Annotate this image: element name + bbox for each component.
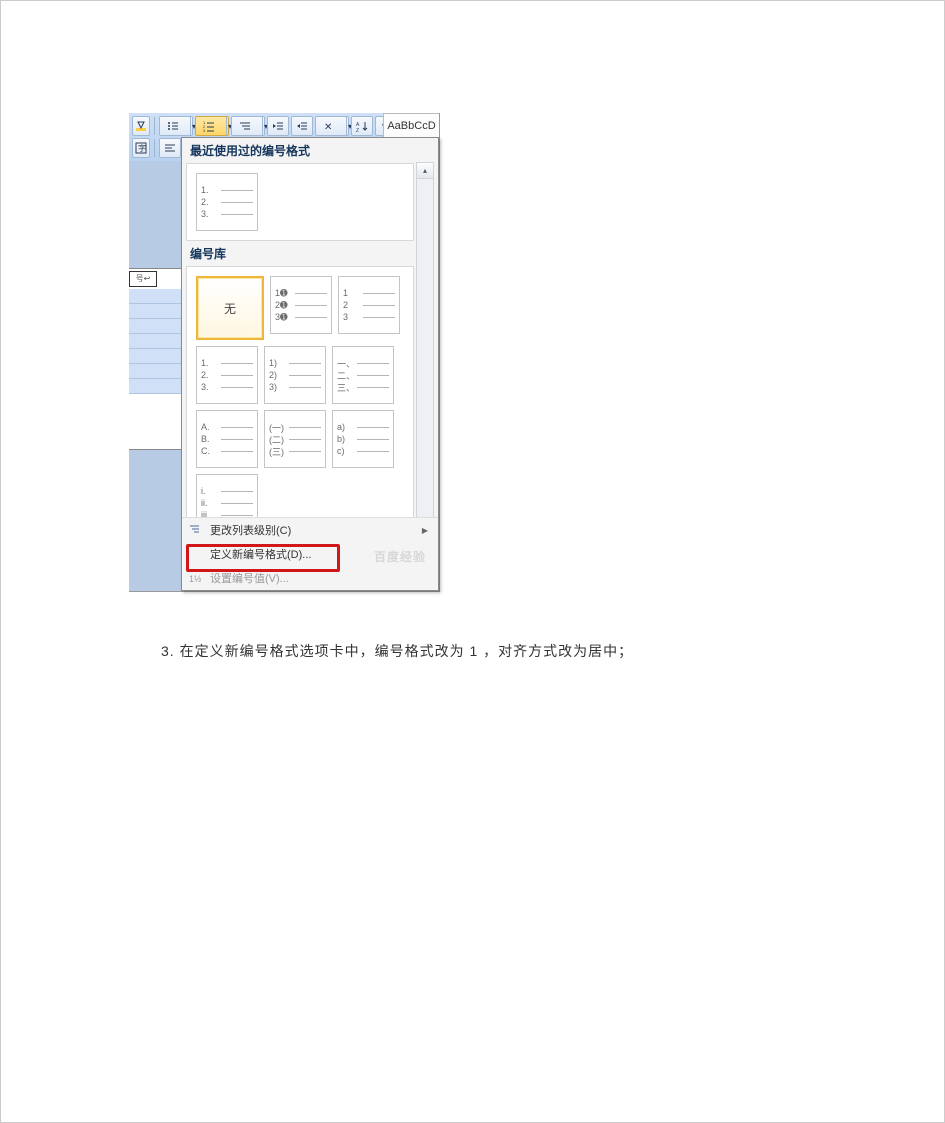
- thumb-label: c): [337, 446, 355, 456]
- embedded-screenshot: ▾ 123 ▾ ▾ ✕ ▾: [129, 113, 440, 592]
- increase-indent-button[interactable]: [291, 116, 313, 136]
- sort-button[interactable]: AZ: [351, 116, 373, 136]
- numbering-button[interactable]: 123 ▾: [195, 116, 229, 136]
- numbering-thumb[interactable]: (一) (二) (三): [264, 410, 326, 468]
- numbering-thumb[interactable]: A. B. C.: [196, 410, 258, 468]
- svg-text:✕: ✕: [324, 122, 332, 132]
- thumb-label: B.: [201, 434, 219, 444]
- set-numbering-value-item[interactable]: 1½ 设置编号值(V)...: [182, 566, 438, 590]
- ribbon-separator: [154, 139, 155, 157]
- menu-label: 设置编号值(V)...: [210, 570, 289, 586]
- thumb-label: 2➊: [275, 300, 293, 311]
- numbering-library-area: 无 1➊ 2➊ 3➊ 1 2 3: [186, 266, 414, 548]
- numbering-dropdown-panel: ▴ ▾ 最近使用过的编号格式 1. 2. 3. 编号库 无: [181, 137, 439, 591]
- svg-text:Z: Z: [356, 128, 359, 132]
- set-value-icon: 1½: [188, 571, 202, 585]
- submenu-arrow-icon: ▶: [422, 526, 428, 535]
- thumb-label: 三、: [337, 381, 355, 394]
- ribbon-row-1: ▾ 123 ▾ ▾ ✕ ▾: [129, 113, 398, 137]
- align-left-button[interactable]: [159, 138, 181, 158]
- panel-scrollbar[interactable]: ▴ ▾: [416, 162, 434, 554]
- thumb-label: 1.: [201, 185, 219, 195]
- menu-label: 定义新编号格式(D)...: [210, 546, 311, 562]
- table-rows-fragment: [129, 289, 181, 394]
- menu-label: 更改列表级别(C): [210, 522, 291, 538]
- asian-layout-button[interactable]: ✕ ▾: [315, 116, 349, 136]
- scroll-up-arrow-icon[interactable]: ▴: [417, 163, 433, 179]
- thumb-label: 1➊: [275, 288, 293, 299]
- instruction-caption: 3. 在定义新编号格式选项卡中，编号格式改为 1 ，对齐方式改为居中；: [161, 641, 824, 661]
- numbering-thumb-recent[interactable]: 1. 2. 3.: [196, 173, 258, 231]
- list-level-icon: [188, 523, 202, 537]
- multilevel-list-button[interactable]: ▾: [231, 116, 265, 136]
- document-page: ▾ 123 ▾ ▾ ✕ ▾: [0, 0, 945, 1123]
- thumb-label: 2.: [201, 197, 219, 207]
- svg-text:3: 3: [203, 128, 206, 132]
- thumb-label: i.: [201, 486, 219, 496]
- svg-text:1½: 1½: [189, 574, 201, 584]
- thumb-label: a): [337, 422, 355, 432]
- thumb-label: 2.: [201, 370, 219, 380]
- char-border-icon[interactable]: 字: [132, 138, 150, 158]
- fill-color-icon[interactable]: [132, 116, 150, 136]
- numbering-thumb[interactable]: a) b) c): [332, 410, 394, 468]
- svg-text:字: 字: [138, 143, 146, 153]
- watermark: 百度经验: [374, 548, 426, 565]
- decrease-indent-button[interactable]: [267, 116, 289, 136]
- thumb-label: 3.: [201, 382, 219, 392]
- style-sample[interactable]: AaBbCcD: [383, 113, 439, 139]
- thumb-label: 2): [269, 370, 287, 380]
- change-list-level-item[interactable]: 更改列表级别(C) ▶: [182, 518, 438, 542]
- ribbon-separator: [154, 117, 155, 135]
- none-label: 无: [224, 300, 236, 317]
- thumb-label: ii.: [201, 498, 219, 508]
- thumb-label: 1: [343, 288, 361, 298]
- recent-formats-area: 1. 2. 3.: [186, 163, 414, 241]
- numbering-thumb[interactable]: 1 2 3: [338, 276, 400, 334]
- numbering-thumb-none[interactable]: 无: [196, 276, 264, 340]
- thumb-label: (三): [269, 445, 287, 458]
- library-header: 编号库: [182, 241, 438, 266]
- thumb-label: 3➊: [275, 312, 293, 323]
- numbering-thumb[interactable]: 1. 2. 3.: [196, 346, 258, 404]
- thumb-label: 3: [343, 312, 361, 322]
- thumb-label: 1.: [201, 358, 219, 368]
- thumb-label: 1): [269, 358, 287, 368]
- numbering-thumb[interactable]: 1) 2) 3): [264, 346, 326, 404]
- numbering-thumb[interactable]: 1➊ 2➊ 3➊: [270, 276, 332, 334]
- thumb-label: C.: [201, 446, 219, 456]
- table-cell-fragment: 号↩: [129, 271, 157, 287]
- numbering-thumb[interactable]: 一、 二、 三、: [332, 346, 394, 404]
- thumb-label: 3.: [201, 209, 219, 219]
- thumb-label: b): [337, 434, 355, 444]
- thumb-label: 2: [343, 300, 361, 310]
- bullets-button[interactable]: ▾: [159, 116, 193, 136]
- thumb-label: 3): [269, 382, 287, 392]
- thumb-label: A.: [201, 422, 219, 432]
- recent-formats-header: 最近使用过的编号格式: [182, 138, 438, 163]
